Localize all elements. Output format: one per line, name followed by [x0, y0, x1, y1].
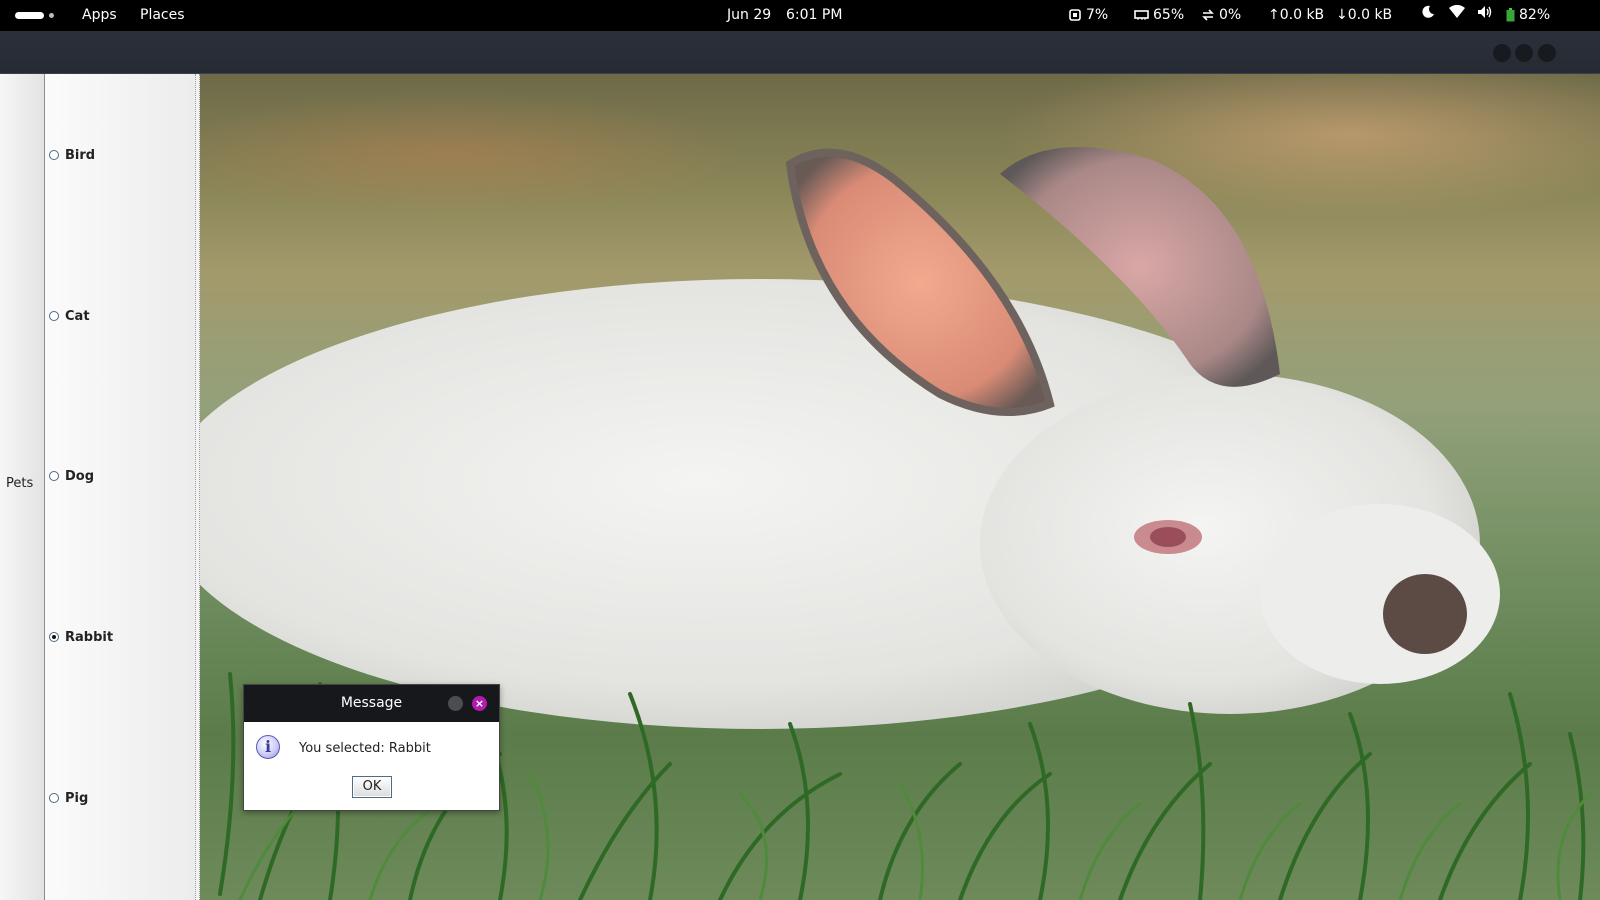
radio-panel: [45, 74, 195, 900]
top-bar: Apps Places Jun 29 6:01 PM 7% 65% 0% ↑0.…: [0, 0, 1600, 31]
memory-indicator[interactable]: 65%: [1134, 0, 1184, 31]
clock-time[interactable]: 6:01 PM: [786, 0, 842, 31]
dialog-titlebar[interactable]: Message ×: [244, 685, 499, 722]
upload-indicator[interactable]: ↑0.0 kB: [1268, 0, 1324, 31]
close-icon: ×: [474, 697, 485, 710]
radio-button[interactable]: [49, 311, 59, 321]
maximize-button[interactable]: [1515, 44, 1533, 62]
download-value: 0.0 kB: [1347, 7, 1393, 23]
activities-indicator[interactable]: [15, 12, 44, 19]
apps-menu[interactable]: Apps: [82, 0, 117, 31]
battery-indicator[interactable]: 82%: [1506, 0, 1550, 31]
radio-button[interactable]: [49, 793, 59, 803]
ok-button[interactable]: OK: [352, 776, 392, 798]
cpu-value: 7%: [1086, 7, 1109, 23]
close-window-button[interactable]: [1538, 44, 1556, 62]
dialog-message: You selected: Rabbit: [299, 741, 431, 756]
workspace-dot[interactable]: [49, 13, 54, 18]
cpu-icon: [1069, 9, 1081, 21]
minimize-button[interactable]: [1493, 44, 1511, 62]
radio-label: Cat: [65, 309, 90, 324]
wifi-icon[interactable]: [1449, 0, 1465, 31]
radio-button[interactable]: [49, 471, 59, 481]
dialog-title: Message: [340, 695, 403, 711]
message-dialog: Message × i You selected: Rabbit OK: [243, 684, 500, 811]
swap-value: 0%: [1219, 7, 1242, 23]
battery-value: 82%: [1519, 7, 1551, 23]
battery-icon: [1506, 8, 1515, 22]
upload-arrow-icon: ↑: [1268, 7, 1280, 23]
dialog-minimize-button[interactable]: [448, 696, 463, 711]
night-light-icon[interactable]: [1421, 0, 1435, 31]
radio-label: Dog: [65, 469, 95, 484]
swap-indicator[interactable]: 0%: [1201, 0, 1241, 31]
radio-label: Rabbit: [65, 630, 114, 645]
memory-value: 65%: [1153, 7, 1185, 23]
memory-icon: [1134, 10, 1149, 20]
radio-button-selected[interactable]: [49, 632, 59, 642]
places-menu[interactable]: Places: [140, 0, 185, 31]
radio-label: Bird: [65, 148, 96, 163]
download-arrow-icon: ↓: [1336, 7, 1348, 23]
info-icon: i: [256, 735, 280, 759]
download-indicator[interactable]: ↓0.0 kB: [1336, 0, 1392, 31]
upload-value: 0.0 kB: [1279, 7, 1325, 23]
volume-icon[interactable]: [1477, 0, 1493, 31]
cpu-indicator[interactable]: 7%: [1068, 0, 1108, 31]
radio-button[interactable]: [49, 150, 59, 160]
window-titlebar[interactable]: [0, 31, 1600, 74]
radio-label: Pig: [65, 791, 89, 806]
dialog-close-button[interactable]: ×: [472, 696, 487, 711]
clock-date[interactable]: Jun 29: [727, 0, 771, 31]
pets-group-label: Pets: [6, 476, 34, 491]
swap-icon: [1202, 9, 1214, 21]
